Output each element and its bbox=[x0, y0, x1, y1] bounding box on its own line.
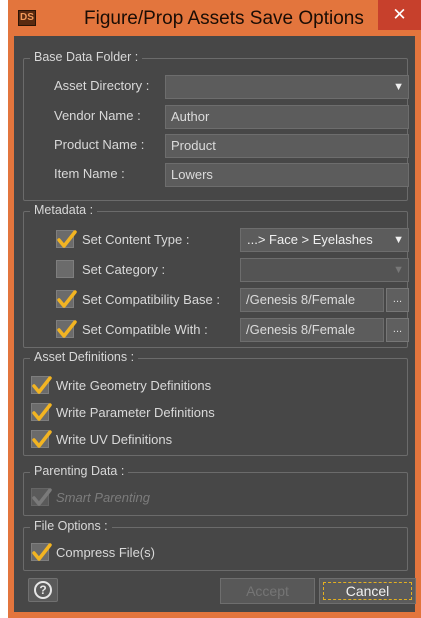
base-data-folder-group: Base Data Folder : Asset Directory : ▼ V… bbox=[23, 50, 409, 201]
checkmark-icon bbox=[32, 403, 52, 421]
write-geometry-label: Write Geometry Definitions bbox=[56, 378, 212, 393]
set-compatible-with-checkbox[interactable] bbox=[56, 320, 77, 338]
write-uv-checkbox[interactable] bbox=[31, 430, 52, 448]
asset-directory-label: Asset Directory : bbox=[54, 78, 150, 93]
content-type-value: ...> Face > Eyelashes bbox=[247, 232, 373, 247]
set-content-type-label: Set Content Type : bbox=[82, 232, 190, 247]
base-data-folder-legend: Base Data Folder : bbox=[30, 50, 143, 64]
help-icon: ? bbox=[34, 581, 52, 599]
chevron-down-icon: ▼ bbox=[393, 234, 404, 246]
dialog-window: DS Figure/Prop Assets Save Options ✕ Bas… bbox=[8, 0, 421, 618]
checkmark-icon bbox=[57, 290, 77, 308]
dialog-title: Figure/Prop Assets Save Options bbox=[84, 8, 364, 29]
close-button[interactable]: ✕ bbox=[378, 0, 421, 30]
asset-directory-dropdown[interactable]: ▼ bbox=[165, 75, 409, 99]
asset-definitions-group: Asset Definitions : Write Geometry Defin… bbox=[23, 350, 408, 456]
set-category-label: Set Category : bbox=[82, 262, 166, 277]
parenting-data-legend: Parenting Data : bbox=[30, 464, 129, 478]
set-compatible-with-label: Set Compatible With : bbox=[82, 322, 208, 337]
vendor-name-field[interactable]: Author bbox=[165, 105, 409, 129]
item-name-label: Item Name : bbox=[54, 166, 125, 181]
metadata-legend: Metadata : bbox=[30, 203, 98, 217]
write-uv-label: Write UV Definitions bbox=[56, 432, 173, 447]
compatible-with-browse-button[interactable]: ... bbox=[386, 318, 409, 342]
checkmark-icon bbox=[32, 488, 52, 506]
write-parameter-checkbox[interactable] bbox=[31, 403, 52, 421]
cancel-button[interactable]: Cancel bbox=[319, 578, 416, 604]
write-geometry-checkbox[interactable] bbox=[31, 376, 52, 394]
compress-files-checkbox[interactable] bbox=[31, 543, 52, 561]
help-button[interactable]: ? bbox=[28, 578, 58, 602]
file-options-legend: File Options : bbox=[30, 519, 112, 533]
dialog-body: Base Data Folder : Asset Directory : ▼ V… bbox=[14, 36, 415, 612]
checkmark-icon bbox=[32, 543, 52, 561]
set-content-type-checkbox[interactable] bbox=[56, 230, 77, 248]
set-compatibility-base-label: Set Compatibility Base : bbox=[82, 292, 221, 307]
focus-ring bbox=[323, 582, 412, 600]
smart-parenting-label: Smart Parenting bbox=[56, 490, 150, 505]
compatibility-base-field[interactable]: /Genesis 8/Female bbox=[240, 288, 384, 312]
title-bar: DS Figure/Prop Assets Save Options ✕ bbox=[8, 0, 421, 36]
compatible-with-field[interactable]: /Genesis 8/Female bbox=[240, 318, 384, 342]
parenting-data-group: Parenting Data : Smart Parenting bbox=[23, 464, 408, 516]
product-name-label: Product Name : bbox=[54, 137, 145, 152]
daz-studio-logo: DS bbox=[18, 10, 36, 26]
checkmark-icon bbox=[57, 320, 77, 338]
checkmark-icon bbox=[32, 430, 52, 448]
vendor-name-label: Vendor Name : bbox=[54, 108, 141, 123]
set-category-checkbox[interactable] bbox=[56, 260, 74, 278]
compress-files-label: Compress File(s) bbox=[56, 545, 155, 560]
item-name-field[interactable]: Lowers bbox=[165, 163, 409, 187]
write-parameter-label: Write Parameter Definitions bbox=[56, 405, 215, 420]
compatibility-base-browse-button[interactable]: ... bbox=[386, 288, 409, 312]
chevron-down-icon: ▼ bbox=[393, 264, 404, 276]
category-dropdown[interactable]: ▼ bbox=[240, 258, 409, 282]
metadata-group: Metadata : Set Content Type : ...> Face … bbox=[23, 203, 409, 348]
chevron-down-icon: ▼ bbox=[393, 81, 404, 93]
file-options-group: File Options : Compress File(s) bbox=[23, 519, 408, 571]
content-type-dropdown[interactable]: ...> Face > Eyelashes ▼ bbox=[240, 228, 409, 252]
smart-parenting-checkbox[interactable] bbox=[31, 488, 52, 506]
set-compatibility-base-checkbox[interactable] bbox=[56, 290, 77, 308]
checkmark-icon bbox=[57, 230, 77, 248]
checkmark-icon bbox=[32, 376, 52, 394]
accept-button[interactable]: Accept bbox=[220, 578, 315, 604]
product-name-field[interactable]: Product bbox=[165, 134, 409, 158]
asset-definitions-legend: Asset Definitions : bbox=[30, 350, 139, 364]
